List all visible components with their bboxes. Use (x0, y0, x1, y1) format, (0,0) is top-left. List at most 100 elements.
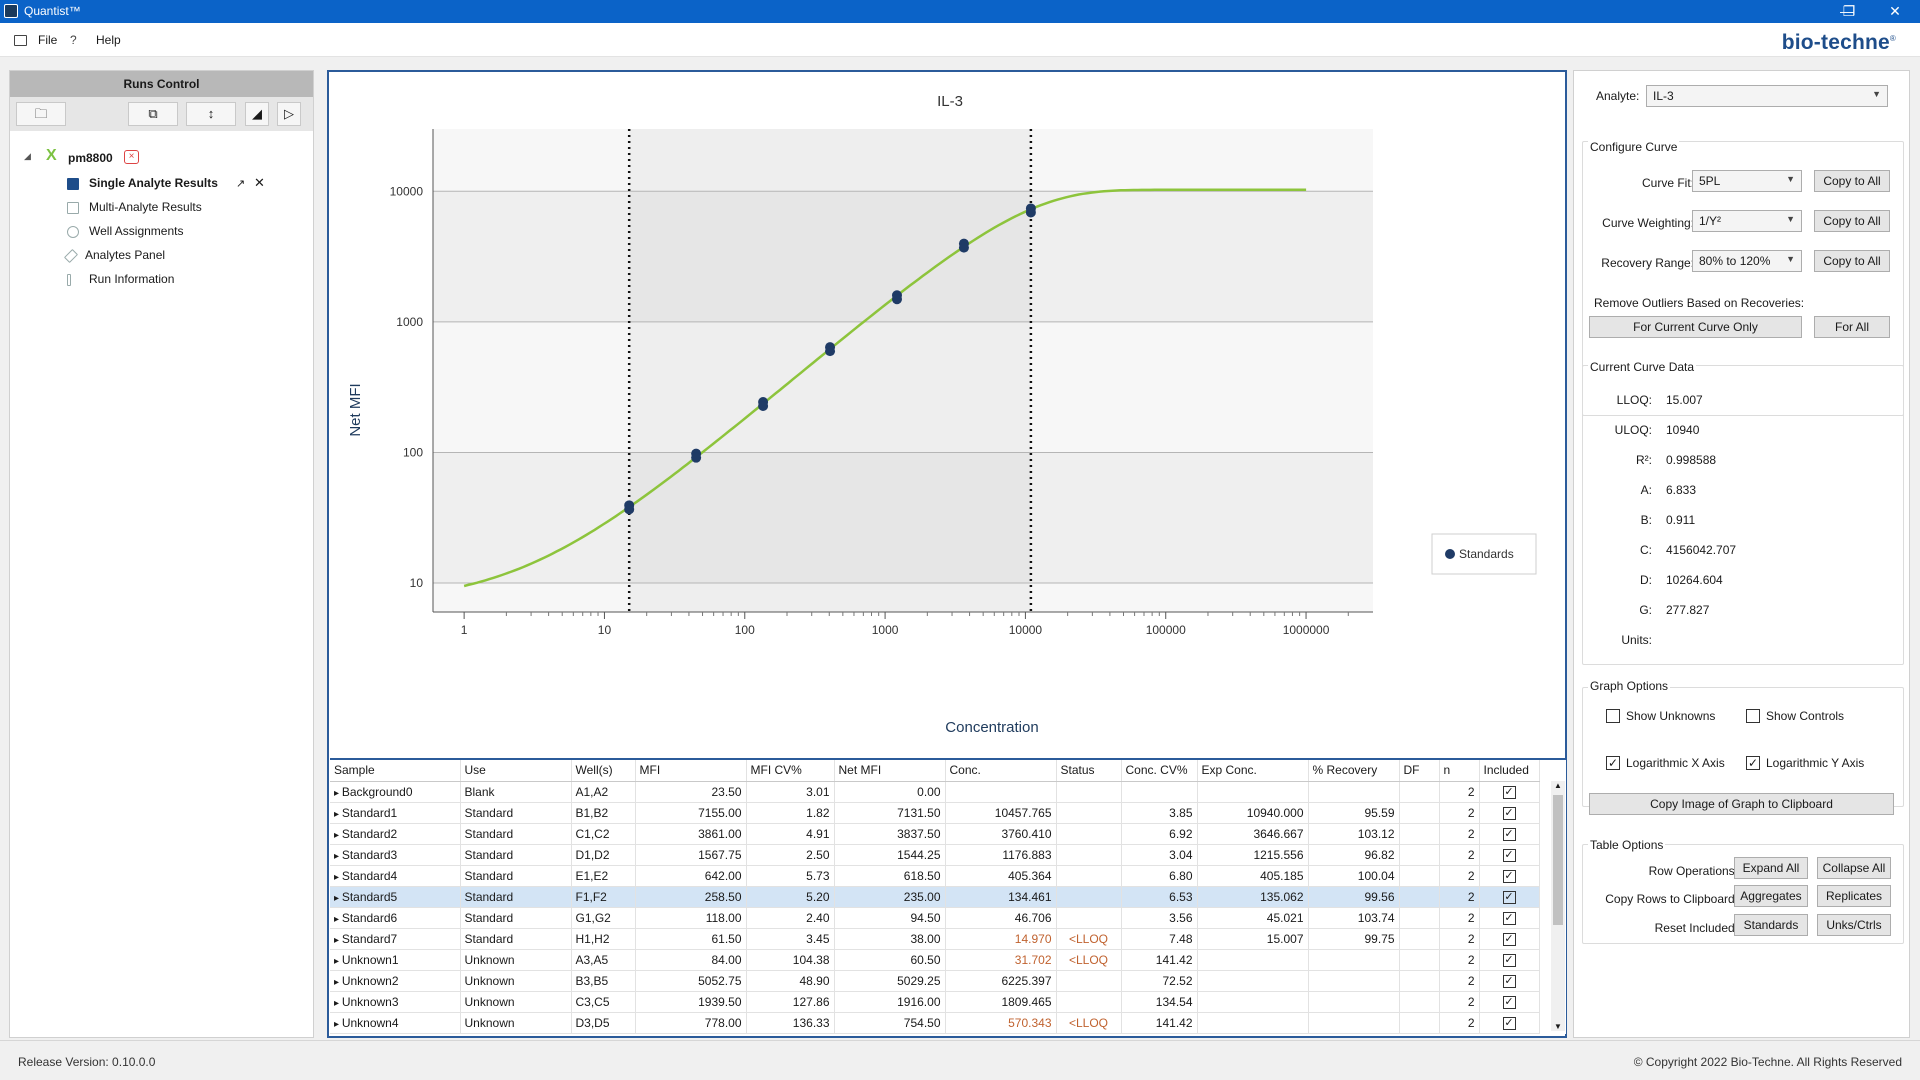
standard-point-replicate[interactable] (825, 346, 836, 357)
close-button[interactable]: ✕ (1872, 0, 1918, 23)
menu-file[interactable]: File (38, 33, 57, 47)
table-row[interactable]: ▸ Standard3 Standard D1,D2 1567.75 2.50 1544.… (330, 844, 1540, 866)
column-header[interactable]: Well(s) (571, 760, 636, 782)
included-checkbox[interactable]: ✓ (1502, 996, 1516, 1009)
scroll-down-icon[interactable]: ▼ (1554, 1022, 1562, 1031)
included-checkbox[interactable]: ✓ (1502, 786, 1516, 799)
included-checkbox[interactable]: ✓ (1502, 870, 1516, 883)
included-checkbox[interactable]: ✓ (1502, 891, 1516, 904)
scrollbar-thumb[interactable] (1553, 795, 1563, 925)
collapse-panel-button[interactable]: ◢ (245, 102, 269, 126)
included-checkbox[interactable]: ✓ (1502, 933, 1516, 946)
remove-outliers-current-button[interactable]: For Current Curve Only (1589, 316, 1802, 338)
reset-standards-button[interactable]: Standards (1734, 914, 1808, 936)
remove-outliers-all-button[interactable]: For All (1814, 316, 1890, 338)
tree-expand-icon[interactable]: ◢ (24, 151, 31, 162)
included-checkbox[interactable]: ✓ (1502, 807, 1516, 820)
included-checkbox[interactable]: ✓ (1502, 975, 1516, 988)
tree-item-multi-analyte[interactable]: Multi-Analyte Results (67, 200, 202, 220)
included-checkbox[interactable]: ✓ (1502, 849, 1516, 862)
expand-all-button[interactable]: Expand All (1734, 857, 1808, 879)
minimize-button-2[interactable] (1780, 0, 1826, 23)
table-row[interactable]: ▸ Standard4 Standard E1,E2 642.00 5.73 618.50… (330, 865, 1540, 887)
tree-item-well-assignments[interactable]: Well Assignments (67, 224, 183, 244)
expand-row-icon[interactable]: ▸ (334, 956, 342, 967)
expand-row-icon[interactable]: ▸ (334, 1019, 342, 1030)
expand-row-icon[interactable]: ▸ (334, 914, 342, 925)
copy-aggregates-button[interactable]: Aggregates (1734, 885, 1808, 907)
table-row[interactable]: ▸ Unknown2 Unknown B3,B5 5052.75 48.90 5029.2… (330, 970, 1540, 992)
expand-row-icon[interactable]: ▸ (334, 893, 342, 904)
copy-recovery-range-button[interactable]: Copy to All (1814, 250, 1890, 272)
scroll-up-icon[interactable]: ▲ (1554, 781, 1562, 790)
expand-row-icon[interactable]: ▸ (334, 809, 342, 820)
column-header[interactable]: MFI (635, 760, 747, 782)
column-header[interactable]: Use (460, 760, 572, 782)
included-checkbox[interactable]: ✓ (1502, 954, 1516, 967)
menu-help[interactable]: Help (96, 33, 121, 47)
expand-row-icon[interactable]: ▸ (334, 935, 342, 946)
column-header[interactable]: Status (1056, 760, 1122, 782)
expand-row-icon[interactable]: ▸ (334, 851, 342, 862)
recovery-range-select[interactable]: 80% to 120% ▼ (1692, 250, 1802, 272)
curve-fit-select[interactable]: 5PL ▼ (1692, 170, 1802, 192)
copy-curve-weighting-button[interactable]: Copy to All (1814, 210, 1890, 232)
column-header[interactable]: Net MFI (834, 760, 946, 782)
standard-point-replicate[interactable] (691, 452, 702, 463)
column-header[interactable]: MFI CV% (746, 760, 835, 782)
column-header[interactable]: n (1439, 760, 1480, 782)
sort-button[interactable]: ↕ (186, 102, 236, 126)
standard-point-replicate[interactable] (891, 294, 902, 305)
pop-out-icon[interactable]: ↗ (236, 177, 245, 190)
included-checkbox[interactable]: ✓ (1502, 1017, 1516, 1030)
copy-replicates-button[interactable]: Replicates (1817, 885, 1891, 907)
close-run-icon[interactable]: × (124, 150, 139, 164)
column-header[interactable]: DF (1399, 760, 1440, 782)
open-folder-button[interactable]: 🗀 (16, 102, 66, 126)
close-tab-icon[interactable]: ✕ (254, 175, 265, 191)
tree-item-analytes-panel[interactable]: Analytes Panel (63, 248, 165, 268)
included-checkbox[interactable]: ✓ (1502, 828, 1516, 841)
table-row[interactable]: ▸ Unknown3 Unknown C3,C5 1939.50 127.86 1916.… (330, 991, 1540, 1013)
expand-row-icon[interactable]: ▸ (334, 830, 342, 841)
expand-row-icon[interactable]: ▸ (334, 977, 342, 988)
log-y-checkbox[interactable]: ✓ (1746, 756, 1760, 770)
show-unknowns-checkbox[interactable] (1606, 709, 1620, 723)
curve-weighting-select[interactable]: 1/Y² ▼ (1692, 210, 1802, 232)
play-icon[interactable]: ▷ (277, 102, 301, 126)
collapse-all-button[interactable]: Collapse All (1817, 857, 1891, 879)
table-row[interactable]: ▸ Unknown1 Unknown A3,A5 84.00 104.38 60.50 31… (330, 949, 1540, 971)
expand-row-icon[interactable]: ▸ (334, 788, 342, 799)
analyte-select[interactable]: IL-3 ▼ (1646, 85, 1888, 107)
column-header[interactable]: Conc. (945, 760, 1057, 782)
column-header[interactable]: Conc. CV% (1121, 760, 1198, 782)
standard-point-replicate[interactable] (758, 401, 769, 412)
table-row[interactable]: ▸ Standard2 Standard C1,C2 3861.00 4.91 3837.… (330, 823, 1540, 845)
expand-row-icon[interactable]: ▸ (334, 998, 342, 1009)
reset-unks-ctrls-button[interactable]: Unks/Ctrls (1817, 914, 1891, 936)
table-row[interactable]: ▸ Standard1 Standard B1,B2 7155.00 1.82 7131.… (330, 802, 1540, 824)
tree-item-run-information[interactable]: Run Information (67, 272, 174, 292)
table-row[interactable]: ▸ Unknown4 Unknown D3,D5 778.00 136.33 754.50… (330, 1012, 1540, 1034)
copy-curve-fit-button[interactable]: Copy to All (1814, 170, 1890, 192)
table-row[interactable]: ▸ Standard7 Standard H1,H2 61.50 3.45 38.00 14… (330, 928, 1540, 950)
column-header[interactable]: Sample (330, 760, 461, 782)
log-x-checkbox[interactable]: ✓ (1606, 756, 1620, 770)
run-name[interactable]: pm8800 (68, 151, 113, 165)
standard-point-replicate[interactable] (958, 242, 969, 253)
restore-button[interactable]: ❐ (1826, 0, 1872, 23)
copy-graph-image-button[interactable]: Copy Image of Graph to Clipboard (1589, 793, 1894, 815)
tree-item-single-analyte[interactable]: Single Analyte Results (67, 176, 218, 196)
table-row[interactable]: ▸ Standard5 Standard F1,F2 258.50 5.20 235.00… (330, 886, 1540, 908)
expand-row-icon[interactable]: ▸ (334, 872, 342, 883)
show-controls-checkbox[interactable] (1746, 709, 1760, 723)
table-row[interactable]: ▸ Standard6 Standard G1,G2 118.00 2.40 94.50 4… (330, 907, 1540, 929)
column-header[interactable]: Included (1479, 760, 1540, 782)
copy-button[interactable]: ⧉ (128, 102, 178, 126)
standard-point-replicate[interactable] (1025, 207, 1036, 218)
included-checkbox[interactable]: ✓ (1502, 912, 1516, 925)
table-scrollbar[interactable]: ▲ ▼ (1551, 781, 1565, 1031)
table-row[interactable]: ▸ Background0 Blank A1,A2 23.50 3.01 0.00 2 ✓ (330, 781, 1540, 803)
column-header[interactable]: Exp Conc. (1197, 760, 1309, 782)
standard-point-replicate[interactable] (624, 504, 635, 515)
